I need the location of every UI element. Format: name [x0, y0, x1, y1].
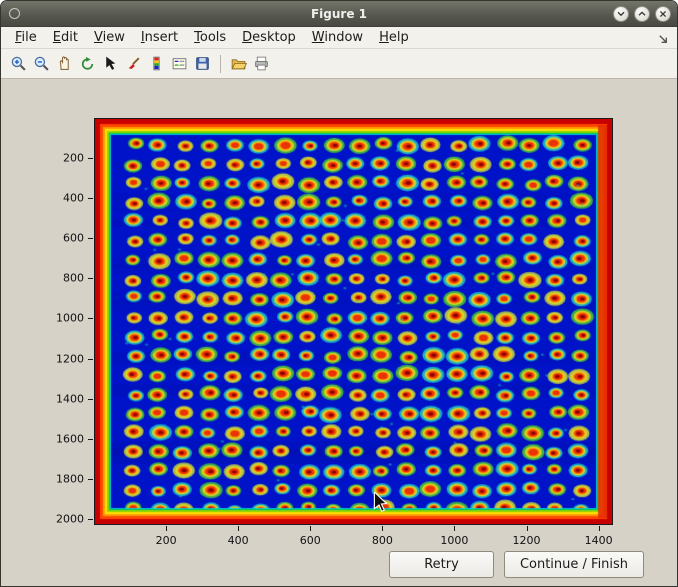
x-tick-mark — [166, 526, 167, 531]
x-tick-label: 400 — [228, 534, 249, 547]
y-tick-mark — [88, 158, 93, 159]
print-icon — [253, 55, 270, 72]
y-tick-label: 1600 — [56, 432, 84, 445]
colorbar-icon — [148, 55, 165, 72]
y-tick-label: 1000 — [56, 312, 84, 325]
zoom-in-icon — [10, 55, 27, 72]
menu-bar: FileEditViewInsertToolsDesktopWindowHelp — [1, 27, 677, 49]
legend-button[interactable] — [168, 53, 190, 75]
x-tick-label: 1000 — [440, 534, 468, 547]
x-tick-mark — [454, 526, 455, 531]
x-tick-mark — [599, 526, 600, 531]
title-bar[interactable]: Figure 1 — [1, 1, 677, 27]
print-button[interactable] — [250, 53, 272, 75]
y-tick-mark — [88, 278, 93, 279]
menu-item-view[interactable]: View — [86, 28, 133, 47]
y-tick-mark — [88, 359, 93, 360]
y-tick-label: 400 — [63, 192, 84, 205]
y-tick-mark — [88, 318, 93, 319]
x-tick-mark — [310, 526, 311, 531]
toolbar-separator — [220, 55, 221, 73]
zoom-in-button[interactable] — [7, 53, 29, 75]
zoom-out-button[interactable] — [30, 53, 52, 75]
y-tick-label: 2000 — [56, 512, 84, 525]
y-tick-label: 200 — [63, 152, 84, 165]
colorbar-button[interactable] — [145, 53, 167, 75]
y-tick-mark — [88, 479, 93, 480]
rotate-3d-button[interactable] — [76, 53, 98, 75]
plot-axes: 2004006008001000120014002004006008001000… — [94, 118, 613, 525]
chevron-down-icon — [615, 8, 627, 20]
save-button[interactable] — [191, 53, 213, 75]
x-tick-label: 1200 — [513, 534, 541, 547]
window-controls — [613, 6, 671, 22]
rotate-3d-icon — [79, 55, 96, 72]
x-tick-mark — [527, 526, 528, 531]
chevron-up-icon — [636, 8, 648, 20]
y-tick-mark — [88, 198, 93, 199]
retry-button[interactable]: Retry — [389, 551, 494, 578]
pan-button[interactable] — [53, 53, 75, 75]
menu-item-window[interactable]: Window — [304, 28, 371, 47]
figure-canvas-area: 200 400 600 800 1000 1200 1400 200 400 600 800 1000… — [1, 79, 677, 587]
menu-item-desktop[interactable]: Desktop — [234, 28, 304, 47]
continue-finish-button[interactable]: Continue / Finish — [504, 551, 644, 578]
x-tick-label: 600 — [300, 534, 321, 547]
window-menu-icon[interactable] — [9, 8, 20, 19]
pan-hand-icon — [56, 55, 73, 72]
y-tick-mark — [88, 519, 93, 520]
figure-toolbar — [1, 49, 677, 79]
menu-item-tools[interactable]: Tools — [186, 28, 234, 47]
x-tick-mark — [238, 526, 239, 531]
plot-canvas[interactable] — [94, 118, 613, 525]
open-button[interactable] — [227, 53, 249, 75]
menu-item-edit[interactable]: Edit — [45, 28, 86, 47]
x-tick-label: 800 — [372, 534, 393, 547]
maximize-button[interactable] — [634, 6, 650, 22]
menu-item-file[interactable]: File — [7, 28, 45, 47]
close-icon — [657, 8, 669, 20]
menu-item-insert[interactable]: Insert — [133, 28, 186, 47]
menu-item-help[interactable]: Help — [371, 28, 417, 47]
minimize-button[interactable] — [613, 6, 629, 22]
dock-figure-icon[interactable] — [657, 31, 670, 50]
y-tick-mark — [88, 439, 93, 440]
y-tick-label: 1200 — [56, 352, 84, 365]
x-tick-mark — [382, 526, 383, 531]
save-icon — [194, 55, 211, 72]
x-tick-label: 1400 — [585, 534, 613, 547]
figure-window: Figure 1 FileEditViewInsertToolsDesktopW… — [0, 0, 678, 587]
data-cursor-button[interactable] — [99, 53, 121, 75]
zoom-out-icon — [33, 55, 50, 72]
y-tick-label: 1400 — [56, 392, 84, 405]
y-tick-label: 800 — [63, 272, 84, 285]
data-cursor-icon — [102, 55, 119, 72]
open-folder-icon — [230, 55, 247, 72]
y-tick-label: 1800 — [56, 472, 84, 485]
x-tick-label: 200 — [156, 534, 177, 547]
legend-icon — [171, 55, 188, 72]
close-button[interactable] — [655, 6, 671, 22]
y-tick-mark — [88, 238, 93, 239]
y-tick-label: 600 — [63, 232, 84, 245]
window-title: Figure 1 — [1, 7, 677, 21]
brush-button[interactable] — [122, 53, 144, 75]
brush-icon — [125, 55, 142, 72]
y-tick-mark — [88, 399, 93, 400]
